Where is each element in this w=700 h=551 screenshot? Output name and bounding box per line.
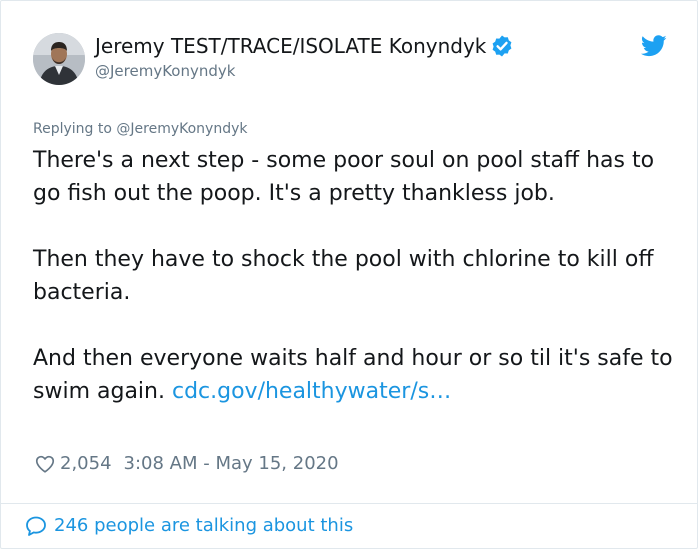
speech-bubble-icon (24, 514, 48, 538)
tweet-timestamp[interactable]: 3:08 AM - May 15, 2020 (124, 452, 339, 476)
tweet-card: Jeremy TEST/TRACE/ISOLATE Konyndyk @Jere… (0, 0, 698, 549)
verified-badge-icon (490, 34, 514, 58)
twitter-bird-icon[interactable] (640, 35, 667, 57)
conversation-link[interactable]: 246 people are talking about this (24, 513, 353, 539)
tweet-link[interactable]: cdc.gov/healthywater/s… (172, 379, 451, 404)
replying-to-prefix: Replying to (33, 121, 117, 137)
replying-to-handle[interactable]: @JeremyKonyndyk (116, 121, 247, 137)
tweet-meta: 2,054 3:08 AM - May 15, 2020 (34, 452, 339, 476)
tweet-paragraph: Then they have to shock the pool with ch… (33, 247, 654, 305)
tweet-header: Jeremy TEST/TRACE/ISOLATE Konyndyk @Jere… (33, 31, 667, 91)
avatar[interactable] (33, 33, 85, 85)
heart-icon[interactable] (34, 453, 56, 475)
display-name-row: Jeremy TEST/TRACE/ISOLATE Konyndyk (95, 31, 514, 61)
user-names: Jeremy TEST/TRACE/ISOLATE Konyndyk @Jere… (95, 31, 514, 81)
tweet-paragraph: And then everyone waits half and hour or… (33, 342, 673, 408)
display-name[interactable]: Jeremy TEST/TRACE/ISOLATE Konyndyk (95, 31, 486, 61)
like-count[interactable]: 2,054 (60, 452, 112, 476)
replying-to: Replying to @JeremyKonyndyk (33, 119, 247, 139)
conversation-label[interactable]: 246 people are talking about this (54, 513, 353, 539)
tweet-paragraph: There's a next step - some poor soul on … (33, 148, 655, 206)
divider (1, 503, 697, 504)
user-handle[interactable]: @JeremyKonyndyk (95, 61, 514, 81)
tweet-text: There's a next step - some poor soul on … (33, 144, 673, 408)
